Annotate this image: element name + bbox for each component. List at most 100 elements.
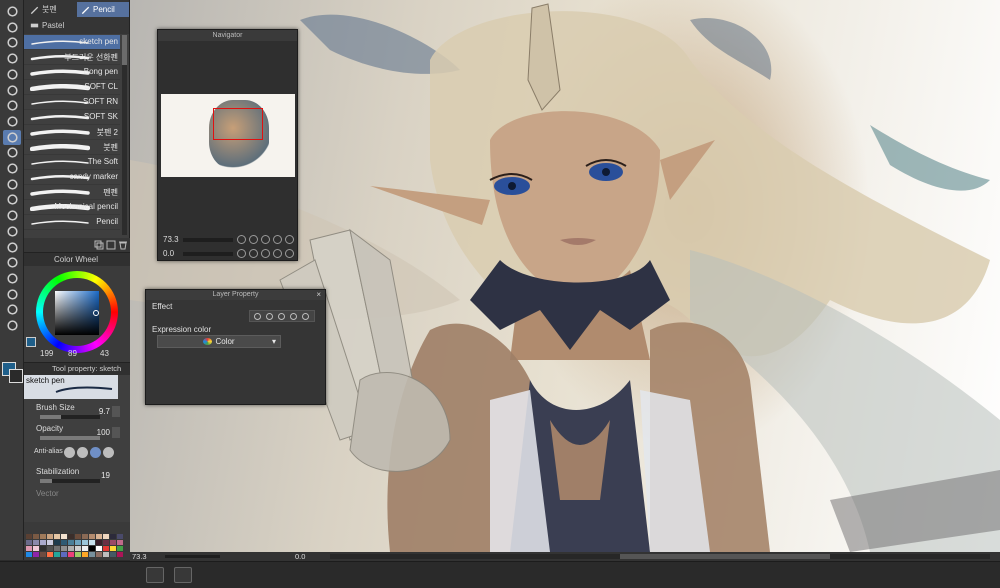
brush-item[interactable]: 붓펜 — [24, 140, 120, 155]
color-swatch[interactable] — [96, 534, 102, 539]
color-swatch[interactable] — [82, 546, 88, 551]
color-swatch[interactable] — [68, 534, 74, 539]
color-swatch[interactable] — [75, 540, 81, 545]
color-swatch[interactable] — [40, 534, 46, 539]
color-swatch[interactable] — [103, 546, 109, 551]
color-swatch[interactable] — [103, 552, 109, 557]
text-icon[interactable] — [3, 287, 21, 302]
color-swatch[interactable] — [68, 552, 74, 557]
fill-icon[interactable] — [3, 208, 21, 223]
zoom-icon[interactable] — [3, 20, 21, 35]
color-swatch[interactable] — [68, 546, 74, 551]
navigator-rotate-slider[interactable] — [183, 252, 233, 256]
flip-vertical-icon[interactable] — [285, 249, 294, 258]
magic-wand-icon[interactable] — [3, 67, 21, 82]
status-angle-value[interactable]: 0.0 — [295, 552, 305, 561]
current-color-chip[interactable] — [26, 337, 36, 347]
color-swatch[interactable] — [47, 552, 53, 557]
rotate-left-icon[interactable] — [237, 249, 246, 258]
actual-size-icon[interactable] — [261, 235, 270, 244]
color-swatch[interactable] — [82, 540, 88, 545]
color-swatch[interactable] — [54, 540, 60, 545]
expression-color-dropdown[interactable]: Color ▾ — [157, 335, 281, 348]
color-swatch[interactable] — [61, 534, 67, 539]
hand-icon[interactable] — [3, 4, 21, 19]
color-swatch[interactable] — [54, 546, 60, 551]
color-swatch[interactable] — [54, 534, 60, 539]
color-swatch[interactable] — [54, 552, 60, 557]
color-swatch[interactable] — [89, 534, 95, 539]
more-effects-icon[interactable] — [302, 313, 309, 320]
anti-alias-medium[interactable] — [90, 447, 101, 458]
navigator-angle-value[interactable]: 0.0 — [163, 249, 174, 258]
pen-icon[interactable] — [3, 98, 21, 113]
color-swatch[interactable] — [33, 534, 39, 539]
color-swatch[interactable] — [26, 546, 32, 551]
color-swatch[interactable] — [89, 540, 95, 545]
brush-item[interactable]: candy marker — [24, 170, 120, 185]
subtab-brush-pen[interactable]: 붓펜 — [26, 2, 76, 17]
saturation-value-square[interactable] — [55, 291, 99, 335]
color-swatch[interactable] — [82, 534, 88, 539]
status-zoom-value[interactable]: 73.3 — [132, 552, 147, 561]
color-swatch[interactable] — [96, 552, 102, 557]
color-swatch[interactable] — [103, 534, 109, 539]
ruler-icon[interactable] — [3, 271, 21, 286]
sub-color-swatch[interactable] — [9, 369, 23, 383]
lasso-icon[interactable] — [3, 51, 21, 66]
brush-item[interactable]: SOFT SK — [24, 110, 120, 125]
color-swatch[interactable] — [40, 546, 46, 551]
new-brush-icon[interactable] — [106, 240, 116, 250]
layer-color-icon[interactable] — [290, 313, 297, 320]
fit-window-icon[interactable] — [285, 235, 294, 244]
stabilization-slider[interactable] — [40, 479, 100, 483]
color-swatch[interactable] — [40, 540, 46, 545]
color-swatch[interactable] — [75, 552, 81, 557]
navigator-zoom-slider[interactable] — [183, 238, 233, 242]
color-swatch[interactable] — [96, 540, 102, 545]
brush-item[interactable]: Pencil — [24, 215, 120, 230]
opacity-slider[interactable] — [40, 436, 100, 440]
color-swatch[interactable] — [61, 552, 67, 557]
zoom-in-icon[interactable] — [249, 235, 258, 244]
color-swatch[interactable] — [47, 546, 53, 551]
brush-item[interactable]: 부드러운 선화펜 — [24, 50, 120, 65]
brush-item[interactable]: sketch pen — [24, 35, 120, 50]
reset-rotation-icon[interactable] — [261, 249, 270, 258]
figure-icon[interactable] — [3, 240, 21, 255]
move-icon[interactable] — [3, 35, 21, 50]
flip-horizontal-icon[interactable] — [273, 249, 282, 258]
subtab-pencil[interactable]: Pencil — [77, 2, 129, 17]
navigator-view-rect[interactable] — [213, 108, 263, 140]
color-swatch[interactable] — [82, 552, 88, 557]
blend-icon[interactable] — [3, 192, 21, 207]
eraser-icon[interactable] — [3, 177, 21, 192]
color-swatch[interactable] — [110, 534, 116, 539]
brush-item[interactable]: Bong pen — [24, 65, 120, 80]
brush-item[interactable]: 붓펜 2 — [24, 125, 120, 140]
brush-list-scrollbar[interactable] — [122, 35, 127, 235]
color-swatch[interactable] — [96, 546, 102, 551]
brush-item[interactable]: The Soft — [24, 155, 120, 170]
eyedropper-icon[interactable] — [3, 83, 21, 98]
airbrush-icon[interactable] — [3, 145, 21, 160]
anti-alias-weak[interactable] — [77, 447, 88, 458]
brush-size-value[interactable]: 9.7 — [99, 407, 110, 416]
pencil-icon[interactable] — [3, 114, 21, 129]
color-swatch[interactable] — [117, 552, 123, 557]
decoration-icon[interactable] — [3, 161, 21, 176]
color-swatch[interactable] — [47, 540, 53, 545]
color-swatch[interactable] — [33, 540, 39, 545]
color-swatch[interactable] — [75, 534, 81, 539]
status-zoom-slider[interactable] — [165, 555, 220, 558]
vector-magnet-control[interactable]: Vector — [28, 489, 122, 509]
tone-effect-icon[interactable] — [266, 313, 273, 320]
color-swatch[interactable] — [117, 546, 123, 551]
stabilization-value[interactable]: 19 — [101, 471, 110, 480]
rotate-right-icon[interactable] — [249, 249, 258, 258]
brush-icon[interactable] — [3, 129, 21, 145]
frame-icon[interactable] — [3, 255, 21, 270]
color-swatch[interactable] — [26, 534, 32, 539]
color-swatch[interactable] — [61, 540, 67, 545]
horizontal-scrollbar[interactable] — [330, 554, 990, 559]
